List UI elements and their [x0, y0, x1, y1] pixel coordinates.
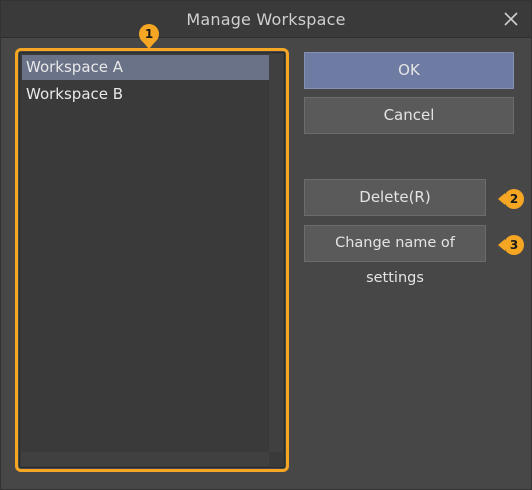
dialog-title: Manage Workspace	[186, 10, 346, 29]
callout-badge-1: 1	[139, 24, 159, 44]
close-button[interactable]	[497, 5, 525, 33]
callout-badge-3: 3	[504, 235, 524, 255]
ok-button[interactable]: OK	[304, 52, 514, 89]
callout-pointer-1	[143, 42, 155, 49]
delete-button[interactable]: Delete(R)	[304, 179, 486, 216]
title-bar: Manage Workspace	[1, 1, 531, 38]
close-icon	[504, 12, 518, 26]
rename-settings-button[interactable]: Change name of settings	[304, 225, 486, 286]
cancel-button[interactable]: Cancel	[304, 97, 514, 134]
list-highlight-outline	[15, 48, 289, 472]
manage-workspace-dialog: Manage Workspace Workspace A Workspace B…	[0, 0, 532, 490]
callout-badge-2: 2	[504, 189, 524, 209]
